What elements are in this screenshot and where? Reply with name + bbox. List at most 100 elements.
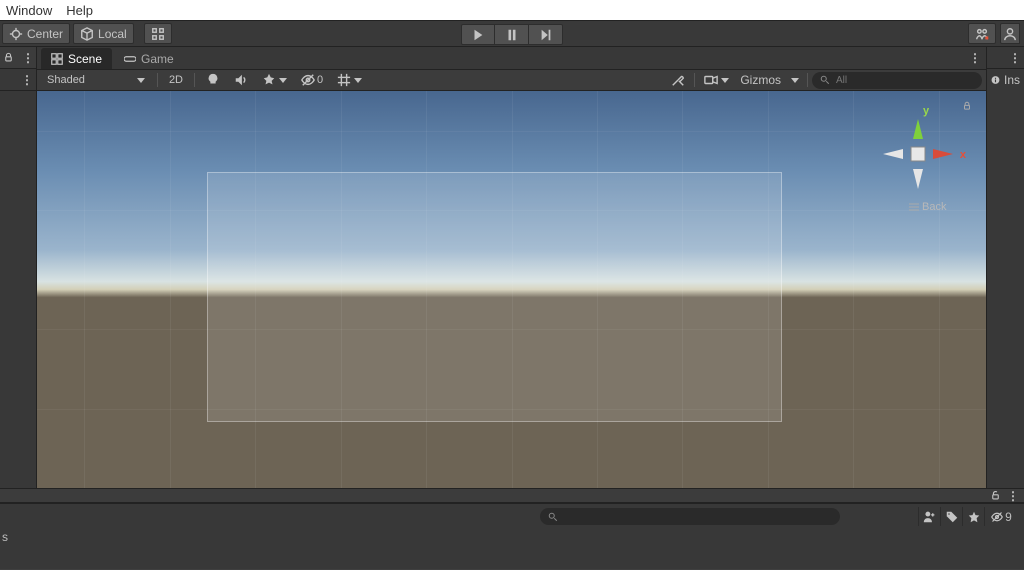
grid-snap-button[interactable] [144, 23, 172, 44]
unlock-icon[interactable] [990, 490, 1001, 501]
panel-divider[interactable]: ⋮ [0, 488, 1024, 503]
scene-tabs: Scene Game ⋮ [37, 47, 986, 69]
hierarchy-header: ⋮ [0, 47, 36, 69]
account-button[interactable] [1000, 23, 1020, 44]
filter-favorites-button[interactable] [962, 507, 984, 526]
separator [157, 73, 158, 87]
space-mode-label: Local [98, 27, 127, 41]
gizmo-lock-icon[interactable] [962, 101, 972, 114]
gizmos-label: Gizmos [740, 73, 781, 87]
project-left-char: s [2, 530, 8, 544]
search-icon [820, 75, 830, 85]
scene-viewport[interactable]: y x Back [37, 91, 986, 488]
main-toolbar: Center Local [0, 20, 1024, 47]
tab-inspector-label: Ins [1004, 73, 1020, 87]
grid-visibility-dropdown[interactable] [332, 71, 367, 89]
separator [694, 73, 695, 87]
tools-icon [671, 73, 685, 87]
fx-icon [262, 73, 276, 87]
step-icon [539, 28, 553, 42]
speaker-icon [234, 73, 248, 87]
account-icon [1003, 27, 1017, 41]
inspector-header: ⋮ [987, 47, 1024, 69]
eye-off-icon [301, 73, 315, 87]
snap-icon [151, 27, 165, 41]
playback-controls [461, 24, 563, 45]
play-icon [471, 28, 485, 42]
os-menu-bar: Window Help [0, 0, 1024, 20]
scene-panel: Scene Game ⋮ Shaded 2D [37, 47, 986, 488]
gizmo-back-label[interactable]: Back [909, 201, 946, 213]
inspector-panel: ⋮ Ins [986, 47, 1024, 488]
camera-icon [704, 73, 718, 87]
collab-button[interactable] [968, 23, 996, 44]
project-panel: 9 s [0, 503, 1024, 569]
pause-icon [505, 28, 519, 42]
axis-x-label: x [960, 149, 966, 161]
workspace: ⋮ ⋮ Scene Game ⋮ Shaded 2D [0, 47, 1024, 488]
chevron-down-icon [137, 78, 145, 83]
gizmos-dropdown[interactable]: Gizmos [736, 73, 803, 87]
panel-menu-icon[interactable]: ⋮ [22, 51, 33, 65]
chevron-down-icon [791, 78, 799, 83]
fx-dropdown[interactable] [257, 71, 292, 89]
separator [807, 73, 808, 87]
person-plus-icon [923, 510, 936, 523]
menu-help[interactable]: Help [66, 3, 93, 18]
lighting-toggle[interactable] [201, 71, 225, 89]
hidden-objects-toggle[interactable]: 0 [296, 71, 328, 89]
grid-visibility-icon [337, 73, 351, 87]
info-icon [991, 74, 1000, 86]
bulb-icon [206, 73, 220, 87]
selection-rect [207, 172, 782, 422]
chevron-down-icon [354, 78, 362, 83]
tab-game[interactable]: Game [114, 48, 184, 69]
tag-icon [946, 511, 958, 523]
2d-toggle[interactable]: 2D [164, 71, 188, 89]
filter-by-type-button[interactable] [918, 507, 940, 526]
project-search[interactable] [540, 508, 840, 525]
step-button[interactable] [529, 24, 563, 45]
chevron-down-icon [279, 78, 287, 83]
shading-dropdown[interactable]: Shaded [41, 71, 151, 89]
tab-game-label: Game [141, 52, 174, 66]
tab-inspector[interactable]: Ins [987, 69, 1024, 91]
scene-search[interactable]: All [812, 72, 982, 89]
hidden-layers-button[interactable]: 9 [984, 507, 1018, 526]
audio-toggle[interactable] [229, 71, 253, 89]
collab-icon [975, 27, 989, 41]
lock-icon[interactable] [3, 52, 14, 63]
perspective-bars-icon [909, 203, 919, 211]
pivot-mode-button[interactable]: Center [2, 23, 70, 44]
scene-search-placeholder: All [836, 75, 847, 86]
tools-button[interactable] [666, 71, 690, 89]
filter-by-label-button[interactable] [940, 507, 962, 526]
hidden-layers-count: 9 [1005, 510, 1012, 524]
scene-grid-icon [51, 53, 63, 65]
star-icon [968, 511, 980, 523]
pivot-icon [9, 27, 23, 41]
tabs-menu-icon[interactable]: ⋮ [969, 51, 980, 65]
menu-window[interactable]: Window [6, 3, 52, 18]
pivot-mode-label: Center [27, 27, 63, 41]
camera-dropdown[interactable] [699, 71, 734, 89]
hierarchy-toolbar: ⋮ [0, 69, 36, 91]
space-mode-button[interactable]: Local [73, 23, 134, 44]
tab-scene[interactable]: Scene [41, 48, 112, 69]
play-button[interactable] [461, 24, 495, 45]
eye-off-icon [991, 511, 1003, 523]
hierarchy-panel: ⋮ ⋮ [0, 47, 37, 488]
shading-label: Shaded [47, 74, 85, 86]
cube-icon [80, 27, 94, 41]
pause-button[interactable] [495, 24, 529, 45]
orientation-gizmo[interactable]: y x Back [865, 101, 970, 216]
inspector-menu-icon[interactable]: ⋮ [1009, 51, 1020, 65]
chevron-down-icon [721, 78, 729, 83]
divider-menu-icon[interactable]: ⋮ [1007, 489, 1018, 503]
hierarchy-options-icon[interactable]: ⋮ [21, 73, 32, 87]
search-icon [548, 512, 558, 522]
separator [194, 73, 195, 87]
game-icon [124, 53, 136, 65]
project-filter-icons: 9 [918, 507, 1018, 526]
scene-toolbar: Shaded 2D 0 [37, 69, 986, 91]
